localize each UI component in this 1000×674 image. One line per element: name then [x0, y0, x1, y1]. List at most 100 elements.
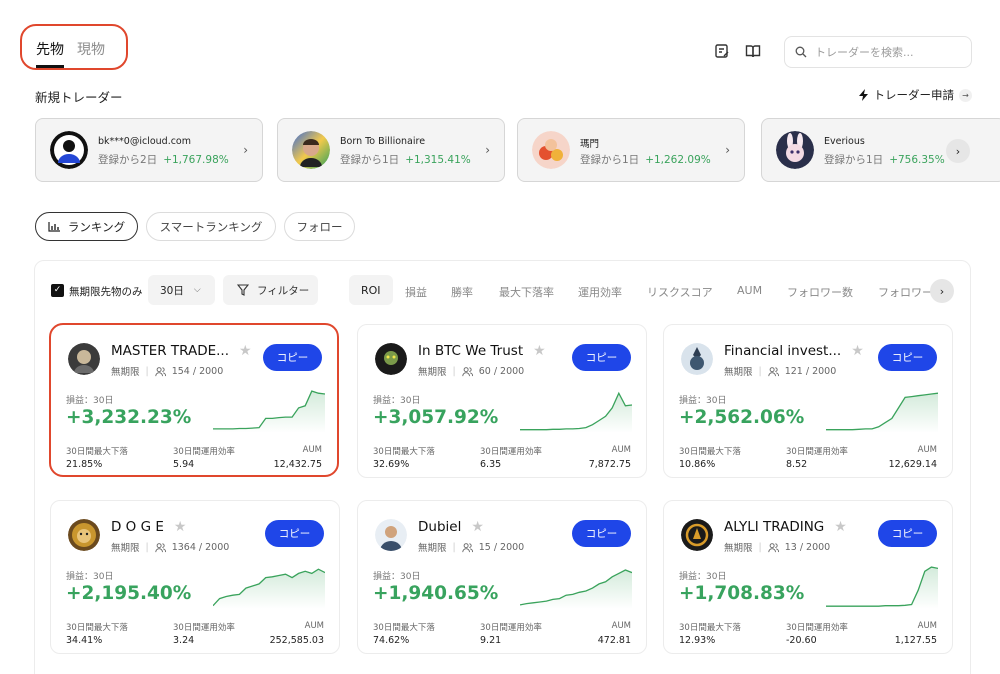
new-trader-card[interactable]: bk***0@icloud.com 登録から2日 +1,767.98% › [35, 118, 263, 182]
pnl-sparkline [826, 392, 938, 433]
trader-card[interactable]: Dubiel ★ 無期限 | 15 / 2000 コピー 損益：30日 +1,940… [357, 500, 647, 654]
new-traders-next-button[interactable]: › [946, 139, 970, 163]
contract-type: 無期限 [111, 367, 140, 378]
trader-name[interactable]: ALYLI TRADING ★ [724, 519, 847, 535]
efficiency-label: 30日間運用効率 [480, 623, 542, 633]
trader-apply-label: トレーダー申請 [873, 88, 955, 102]
sort-aum[interactable]: AUM [737, 284, 762, 297]
copy-button[interactable]: コピー [572, 520, 631, 547]
star-icon[interactable]: ★ [471, 519, 484, 535]
people-icon [154, 366, 166, 376]
pnl-label: 損益：30日 [679, 396, 727, 406]
max-drawdown-value: 32.69% [373, 459, 410, 470]
sort-max-drawdown[interactable]: 最大下落率 [499, 284, 554, 300]
new-trader-card[interactable]: Born To Billionaire 登録から1日 +1,315.41% › [277, 118, 505, 182]
sort-pnl[interactable]: 損益 [405, 284, 427, 300]
copy-button[interactable]: コピー [878, 520, 937, 547]
chevron-down-icon: ⌵ [193, 285, 201, 295]
trader-meta: 無期限 | 15 / 2000 [418, 541, 525, 555]
star-icon[interactable]: ★ [851, 343, 864, 359]
trader-name[interactable]: Financial invest... ★ [724, 343, 864, 359]
avatar [68, 343, 100, 375]
aum-value: 1,127.55 [894, 635, 937, 646]
aum-label: AUM [302, 445, 322, 455]
sort-follower-count[interactable]: フォロワー数 [787, 284, 853, 300]
max-drawdown-label: 30日間最大下落 [66, 623, 128, 633]
avatar [532, 131, 570, 169]
trader-name[interactable]: MASTER TRADE... ★ [111, 343, 252, 359]
efficiency-label: 30日間運用効率 [480, 447, 542, 457]
aum-label: AUM [611, 445, 631, 455]
copy-button[interactable]: コピー [265, 520, 324, 547]
tab-spot[interactable]: 現物 [77, 39, 105, 59]
trader-card[interactable]: Financial invest... ★ 無期限 | 121 / 2000 コピー… [663, 324, 953, 478]
chevron-right-icon: › [725, 143, 730, 157]
chevron-right-icon: › [955, 144, 961, 158]
bar-chart-icon [48, 222, 60, 232]
trader-apply-link[interactable]: トレーダー申請 → [858, 87, 972, 103]
avatar [681, 343, 713, 375]
search-icon [795, 46, 807, 58]
new-trader-name: 瑪門 [580, 139, 600, 150]
edit-note-icon[interactable] [714, 43, 730, 59]
avatar [375, 519, 407, 551]
trader-card[interactable]: MASTER TRADE... ★ 無期限 | 154 / 2000 コピー 損益：… [49, 323, 339, 477]
avatar [375, 343, 407, 375]
sort-follower-more[interactable]: フォロワー [878, 284, 932, 300]
max-drawdown-label: 30日間最大下落 [373, 447, 435, 457]
funnel-icon [237, 284, 249, 296]
pnl-value: +3,232.23% [66, 407, 192, 428]
tab-futures[interactable]: 先物 [36, 39, 64, 59]
copy-button[interactable]: コピー [263, 344, 322, 371]
new-trader-card[interactable]: 瑪門 登録から1日 +1,262.09% › [517, 118, 745, 182]
filter-button[interactable]: フィルター [223, 275, 318, 305]
period-select[interactable]: 30日 ⌵ [148, 275, 215, 305]
trader-meta: 無期限 | 121 / 2000 [724, 365, 837, 379]
copy-button[interactable]: コピー [878, 344, 937, 371]
follower-count: 121 / 2000 [784, 365, 837, 377]
contract-type: 無期限 [724, 367, 753, 378]
perpetual-only-checkbox[interactable]: ✓ [51, 284, 64, 297]
tab-smart-ranking[interactable]: スマートランキング [146, 212, 276, 241]
aum-value: 7,872.75 [588, 459, 631, 470]
max-drawdown-value: 21.85% [66, 459, 103, 470]
sort-efficiency[interactable]: 運用効率 [578, 284, 622, 300]
trader-name[interactable]: D O G E ★ [111, 519, 186, 535]
star-icon[interactable]: ★ [174, 519, 187, 535]
max-drawdown-value: 10.86% [679, 459, 716, 470]
star-icon[interactable]: ★ [239, 343, 252, 359]
pnl-value: +2,195.40% [66, 583, 192, 604]
max-drawdown-value: 12.93% [679, 635, 716, 646]
aum-value: 472.81 [597, 635, 631, 646]
pnl-value: +2,562.06% [679, 407, 805, 428]
max-drawdown-label: 30日間最大下落 [679, 447, 741, 457]
book-icon[interactable] [745, 43, 761, 59]
trader-name[interactable]: In BTC We Trust ★ [418, 343, 546, 359]
star-icon[interactable]: ★ [834, 519, 847, 535]
trader-name[interactable]: Dubiel ★ [418, 519, 484, 535]
star-icon[interactable]: ★ [533, 343, 546, 359]
tab-ranking[interactable]: ランキング [35, 212, 138, 241]
sort-win-rate[interactable]: 勝率 [451, 284, 473, 300]
sort-risk-score[interactable]: リスクスコア [647, 284, 713, 300]
trader-card[interactable]: ALYLI TRADING ★ 無期限 | 13 / 2000 コピー 損益：30日… [663, 500, 953, 654]
active-tab-underline [36, 65, 64, 68]
copy-button[interactable]: コピー [572, 344, 631, 371]
pnl-label: 損益：30日 [373, 396, 421, 406]
people-icon [154, 542, 166, 552]
efficiency-label: 30日間運用効率 [173, 623, 235, 633]
sparkline-area [213, 569, 325, 609]
trader-meta: 無期限 | 60 / 2000 [418, 365, 525, 379]
sort-roi[interactable]: ROI [349, 275, 393, 305]
trader-card[interactable]: D O G E ★ 無期限 | 1364 / 2000 コピー 損益：30日 +2,… [50, 500, 340, 654]
search-input[interactable] [815, 45, 965, 59]
avatar [292, 131, 330, 169]
trader-card[interactable]: In BTC We Trust ★ 無期限 | 60 / 2000 コピー 損益：3… [357, 324, 647, 478]
tab-ranking-label: ランキング [67, 219, 126, 234]
new-traders-title: 新規トレーダー [35, 90, 123, 105]
trader-search[interactable] [784, 36, 972, 68]
sparkline-area [520, 393, 632, 433]
sort-next-button[interactable]: › [930, 279, 954, 303]
tab-follow[interactable]: フォロー [284, 212, 355, 241]
aum-value: 12,629.14 [888, 459, 937, 470]
